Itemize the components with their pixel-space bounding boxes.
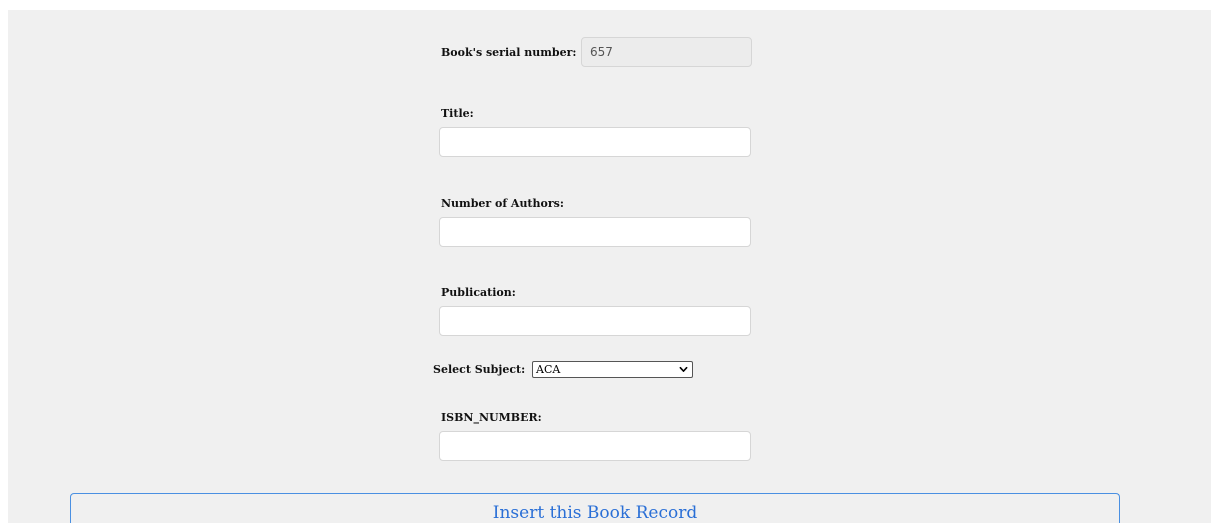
number-of-authors-label: Number of Authors: <box>441 197 564 210</box>
isbn-number-label: ISBN_NUMBER: <box>441 411 542 424</box>
subject-select[interactable]: ACA <box>532 361 693 378</box>
number-of-authors-field[interactable] <box>439 217 751 247</box>
serial-number-label: Book's serial number: <box>441 46 577 59</box>
isbn-number-field[interactable] <box>439 431 751 461</box>
select-subject-label: Select Subject: <box>433 363 526 376</box>
serial-number-field <box>581 37 752 67</box>
title-label: Title: <box>441 107 474 120</box>
chevron-down-icon <box>679 366 688 372</box>
insert-book-record-button[interactable]: Insert this Book Record <box>70 493 1120 523</box>
title-field[interactable] <box>439 127 751 157</box>
book-form-panel: Book's serial number: Title: Number of A… <box>8 10 1211 523</box>
publication-label: Publication: <box>441 286 516 299</box>
publication-field[interactable] <box>439 306 751 336</box>
subject-selected-value: ACA <box>536 363 561 376</box>
